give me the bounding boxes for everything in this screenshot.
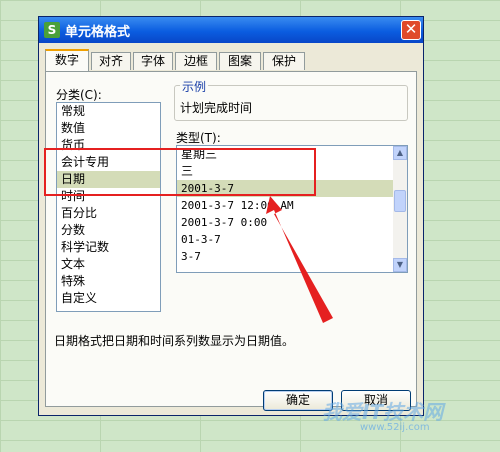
watermark-logo: 我爱IT技术网: [322, 400, 444, 424]
annotation-arrow-icon: [266, 196, 333, 323]
watermark-url: www.52ij.com: [360, 422, 430, 433]
